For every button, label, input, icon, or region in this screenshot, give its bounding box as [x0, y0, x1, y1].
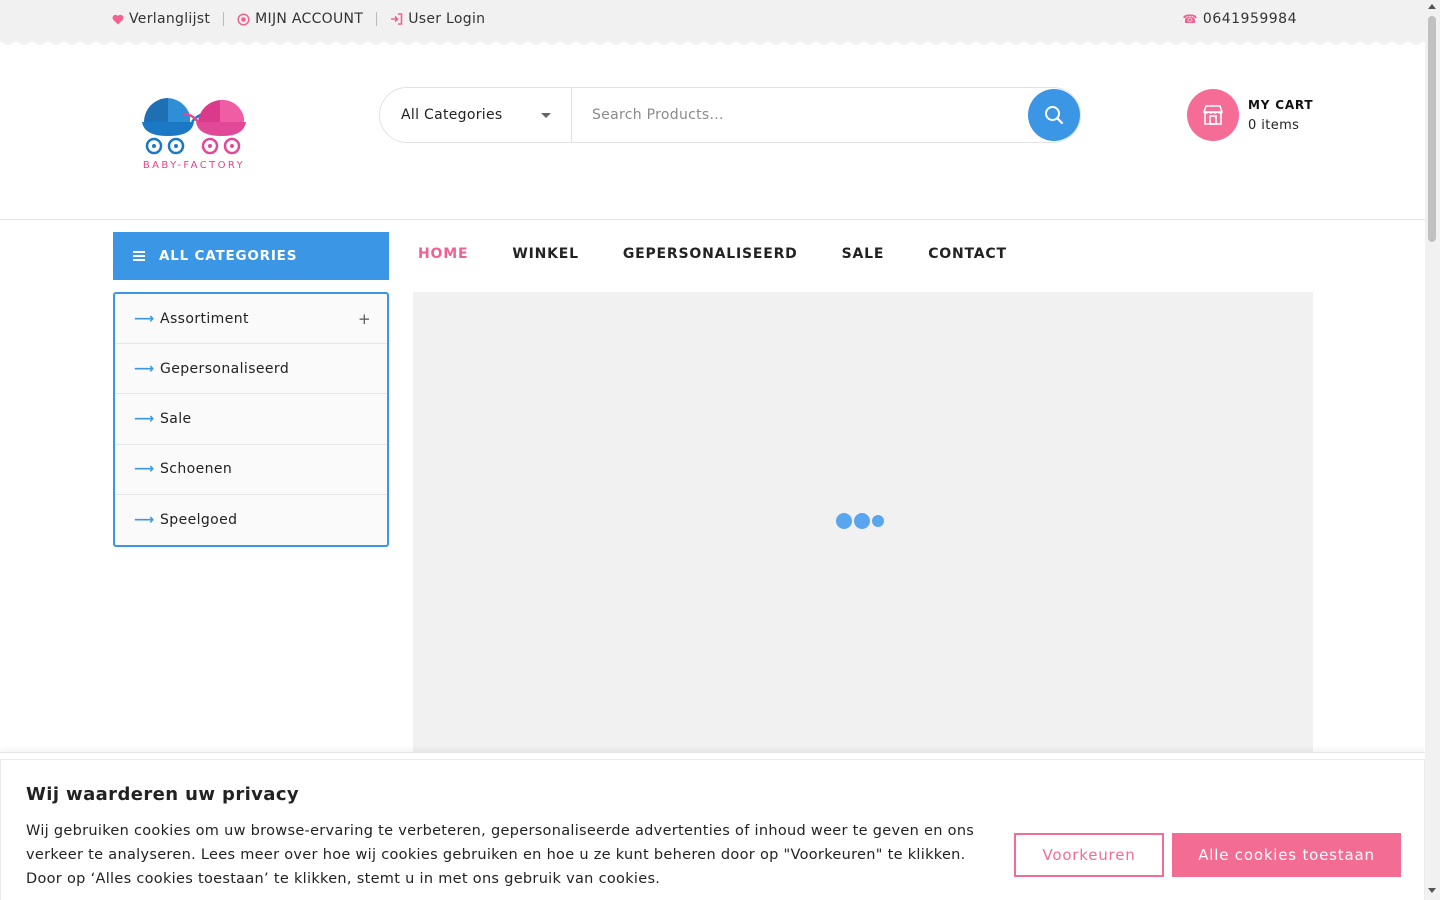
- scroll-down-arrow-icon[interactable]: [1428, 888, 1436, 893]
- arrow-right-icon: ⟶: [134, 461, 155, 478]
- plus-icon[interactable]: +: [358, 310, 371, 328]
- stroller-logo-icon: [142, 98, 246, 155]
- account-label: MIJN ACCOUNT: [255, 11, 364, 27]
- heart-icon: [112, 14, 124, 25]
- top-bar: Verlanglijst MIJN ACCOUNT User Login ☎ 0…: [0, 0, 1425, 42]
- login-link[interactable]: User Login: [390, 11, 485, 27]
- sign-in-icon: [390, 13, 403, 25]
- topbar-wave-border: [0, 39, 1425, 47]
- search-button[interactable]: [1028, 89, 1080, 141]
- header-divider: [0, 219, 1425, 220]
- phone-number: 0641959984: [1202, 11, 1297, 27]
- preferences-button[interactable]: Voorkeuren: [1014, 833, 1164, 877]
- search-bar: All Categories: [379, 87, 1081, 143]
- category-item-speelgoed[interactable]: ⟶ Speelgoed: [115, 495, 387, 545]
- top-links: Verlanglijst MIJN ACCOUNT User Login: [112, 11, 485, 27]
- cart-icon-circle: [1187, 89, 1239, 141]
- logo-text: BABY-FACTORY: [142, 160, 246, 171]
- arrow-right-icon: ⟶: [134, 511, 155, 528]
- shop-icon: [1202, 105, 1224, 125]
- main-nav: HOME WINKEL GEPERSONALISEERD SALE CONTAC…: [418, 246, 1051, 262]
- accept-all-cookies-button[interactable]: Alle cookies toestaan: [1172, 833, 1401, 877]
- scrollbar[interactable]: [1425, 0, 1440, 900]
- category-label: Assortiment: [160, 310, 249, 327]
- category-label: Schoenen: [160, 461, 233, 478]
- logo[interactable]: BABY-FACTORY: [136, 92, 252, 176]
- scroll-up-arrow-icon[interactable]: [1428, 4, 1436, 9]
- cart-count: 0 items: [1248, 117, 1300, 133]
- category-item-schoenen[interactable]: ⟶ Schoenen: [115, 445, 387, 495]
- loader-dot: [872, 515, 884, 527]
- category-item-assortiment[interactable]: ⟶ Assortiment +: [115, 294, 387, 345]
- category-select-value: All Categories: [401, 107, 503, 123]
- search-icon: [1045, 106, 1064, 125]
- nav-home[interactable]: HOME: [418, 246, 468, 262]
- all-categories-label: ALL CATEGORIES: [159, 248, 298, 264]
- arrow-right-icon: ⟶: [134, 360, 155, 377]
- divider: [376, 12, 378, 26]
- category-list: ⟶ Assortiment + ⟶ Gepersonaliseerd ⟶ Sal…: [113, 292, 389, 547]
- category-label: Speelgoed: [160, 511, 238, 528]
- account-link[interactable]: MIJN ACCOUNT: [237, 11, 363, 27]
- category-label: Sale: [160, 410, 192, 427]
- arrow-right-icon: ⟶: [134, 410, 155, 427]
- hero-slider: [413, 292, 1313, 752]
- cart-title: MY CART: [1248, 97, 1314, 112]
- wishlist-label: Verlanglijst: [129, 11, 211, 27]
- cart-widget[interactable]: MY CART 0 items: [1187, 89, 1313, 141]
- category-label: Gepersonaliseerd: [160, 360, 290, 377]
- cart-text: MY CART 0 items: [1248, 98, 1313, 133]
- phone-icon: ☎: [1182, 12, 1198, 26]
- category-item-gepersonaliseerd[interactable]: ⟶ Gepersonaliseerd: [115, 344, 387, 395]
- arrow-right-icon: ⟶: [134, 310, 155, 327]
- category-select[interactable]: All Categories: [380, 88, 572, 142]
- cookie-text: Wij gebruiken cookies om uw browse-ervar…: [26, 823, 975, 887]
- cookie-banner: Wij waarderen uw privacy Wij gebruiken c…: [0, 752, 1425, 900]
- hamburger-icon: [133, 251, 145, 261]
- loader-dot: [854, 513, 870, 529]
- cookie-title: Wij waarderen uw privacy: [26, 784, 300, 805]
- nav-contact[interactable]: CONTACT: [928, 246, 1007, 262]
- all-categories-button[interactable]: ALL CATEGORIES: [113, 232, 389, 280]
- nav-sale[interactable]: SALE: [842, 246, 885, 262]
- loader-dot: [836, 513, 852, 529]
- category-item-sale[interactable]: ⟶ Sale: [115, 394, 387, 445]
- nav-winkel[interactable]: WINKEL: [512, 246, 579, 262]
- login-label: User Login: [408, 11, 486, 27]
- divider: [223, 12, 225, 26]
- phone: ☎ 0641959984: [1182, 11, 1297, 27]
- loading-spinner: [836, 513, 886, 529]
- caret-down-icon: [541, 113, 551, 118]
- cookie-panel: Wij waarderen uw privacy Wij gebruiken c…: [0, 759, 1425, 900]
- nav-gepersonaliseerd[interactable]: GEPERSONALISEERD: [623, 246, 798, 262]
- search-input[interactable]: [592, 103, 1012, 127]
- target-icon: [237, 12, 250, 26]
- scrollbar-thumb[interactable]: [1428, 16, 1436, 242]
- wishlist-link[interactable]: Verlanglijst: [112, 11, 210, 27]
